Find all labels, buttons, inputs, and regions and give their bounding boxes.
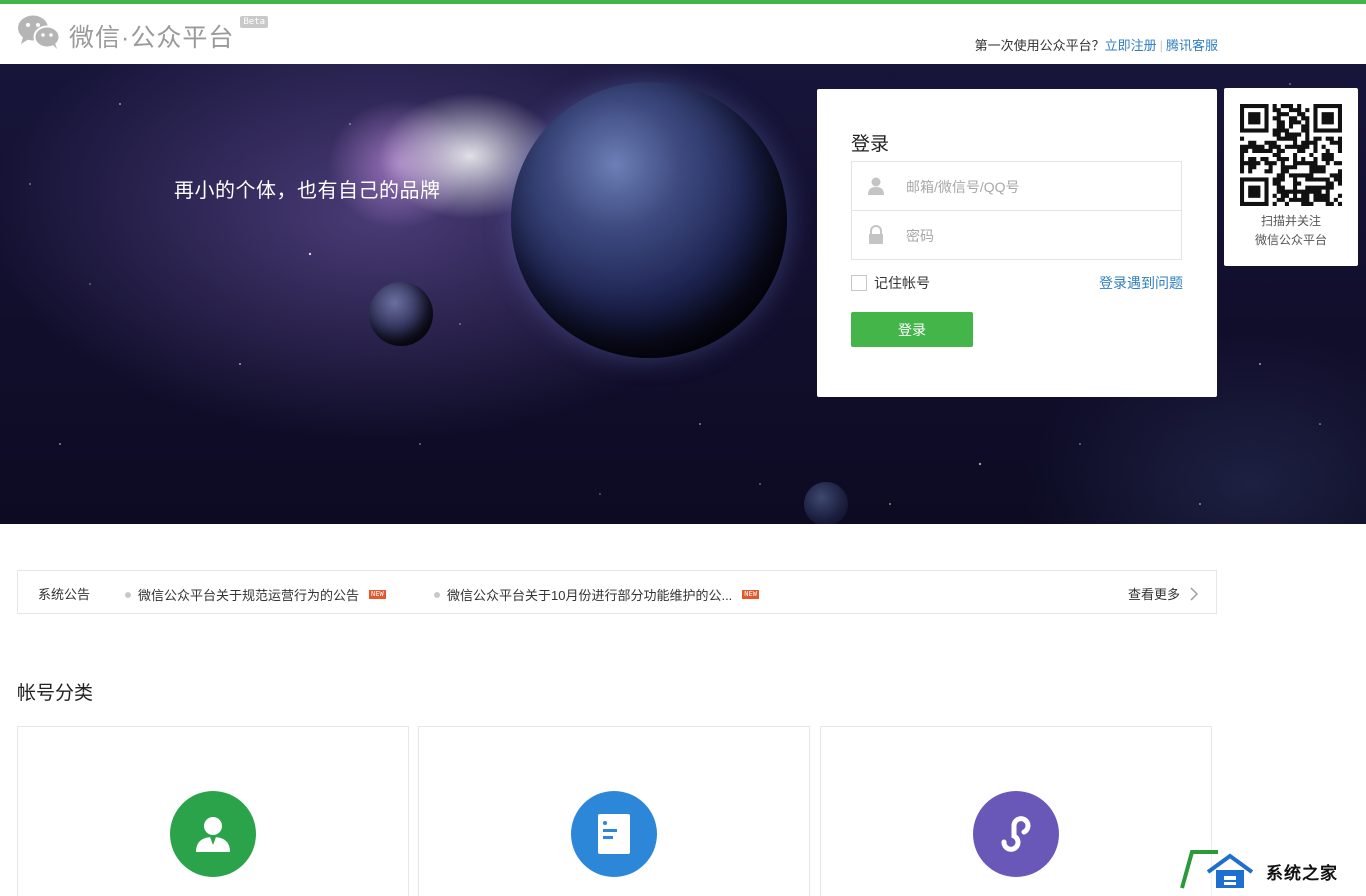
register-link[interactable]: 立即注册 xyxy=(1105,38,1157,53)
view-more-link[interactable]: 查看更多 xyxy=(1128,584,1198,603)
customer-service-link[interactable]: 腾讯客服 xyxy=(1166,38,1218,53)
user-icon xyxy=(868,177,884,195)
login-panel: 登录 记住帐号 登录遇到问题 登录 xyxy=(817,89,1217,397)
person-icon xyxy=(170,791,256,877)
account-input[interactable] xyxy=(906,175,1166,199)
site-watermark: 系统之家 xyxy=(1174,842,1366,896)
password-input[interactable] xyxy=(906,224,1166,248)
view-more-label: 查看更多 xyxy=(1127,587,1180,602)
remember-account[interactable]: 记住帐号 xyxy=(851,273,930,293)
first-use-prompt: 第一次使用公众平台？ xyxy=(974,38,1105,53)
system-notice-bar: 系统公告 微信公众平台关于规范运营行为的公告 NEW 微信公众平台关于10月份进… xyxy=(17,570,1217,614)
category-card-mini-program[interactable] xyxy=(820,726,1212,896)
category-card-subscription[interactable] xyxy=(17,726,409,896)
header-links: 第一次使用公众平台？立即注册 | 腾讯客服 xyxy=(975,35,1218,54)
link-separator: | xyxy=(1159,38,1163,53)
qr-caption-line2: 微信公众平台 xyxy=(1254,233,1327,247)
wechat-logo-icon xyxy=(18,15,61,49)
header: 微信·公众平台 Beta 第一次使用公众平台？立即注册 | 腾讯客服 xyxy=(0,4,1366,64)
brand-name: 微信·公众平台 xyxy=(69,24,235,52)
lock-icon xyxy=(869,225,883,244)
account-field[interactable] xyxy=(851,161,1182,211)
small-planet xyxy=(369,282,433,346)
bullet-icon xyxy=(125,591,131,598)
qr-caption-line1: 扫描并关注 xyxy=(1260,214,1321,228)
login-trouble-link[interactable]: 登录遇到问题 xyxy=(1099,273,1183,293)
distant-planet xyxy=(804,482,848,524)
category-card-service[interactable] xyxy=(418,726,810,896)
qr-code-image xyxy=(1240,104,1342,206)
notice-item-text: 微信公众平台关于10月份进行部分功能维护的公... xyxy=(447,588,733,603)
large-planet xyxy=(511,82,787,358)
new-badge: NEW xyxy=(369,590,386,599)
notice-label: 系统公告 xyxy=(38,587,91,602)
new-badge: NEW xyxy=(742,590,759,599)
account-categories-title: 帐号分类 xyxy=(17,683,94,704)
chevron-right-icon xyxy=(1190,587,1198,600)
notice-item[interactable]: 微信公众平台关于规范运营行为的公告 NEW xyxy=(125,585,386,604)
watermark-text: 系统之家 xyxy=(1266,864,1338,883)
qr-caption: 扫描并关注 微信公众平台 xyxy=(1224,212,1358,250)
notice-item-text: 微信公众平台关于规范运营行为的公告 xyxy=(138,588,360,603)
bullet-icon xyxy=(434,591,440,598)
banner-slogan: 再小的个体，也有自己的品牌 xyxy=(174,180,441,202)
remember-label: 记住帐号 xyxy=(874,275,930,291)
login-title: 登录 xyxy=(851,134,890,155)
password-field[interactable] xyxy=(851,210,1182,260)
beta-badge: Beta xyxy=(240,16,269,28)
login-button[interactable]: 登录 xyxy=(851,312,973,347)
house-logo-icon xyxy=(1180,850,1254,889)
document-icon xyxy=(571,791,657,877)
notice-item[interactable]: 微信公众平台关于10月份进行部分功能维护的公... NEW xyxy=(434,585,759,604)
remember-checkbox[interactable] xyxy=(851,275,867,291)
qr-code-panel: 扫描并关注 微信公众平台 xyxy=(1224,88,1358,266)
mini-program-icon xyxy=(973,791,1059,877)
brand-logo[interactable]: 微信·公众平台 Beta xyxy=(17,14,269,54)
